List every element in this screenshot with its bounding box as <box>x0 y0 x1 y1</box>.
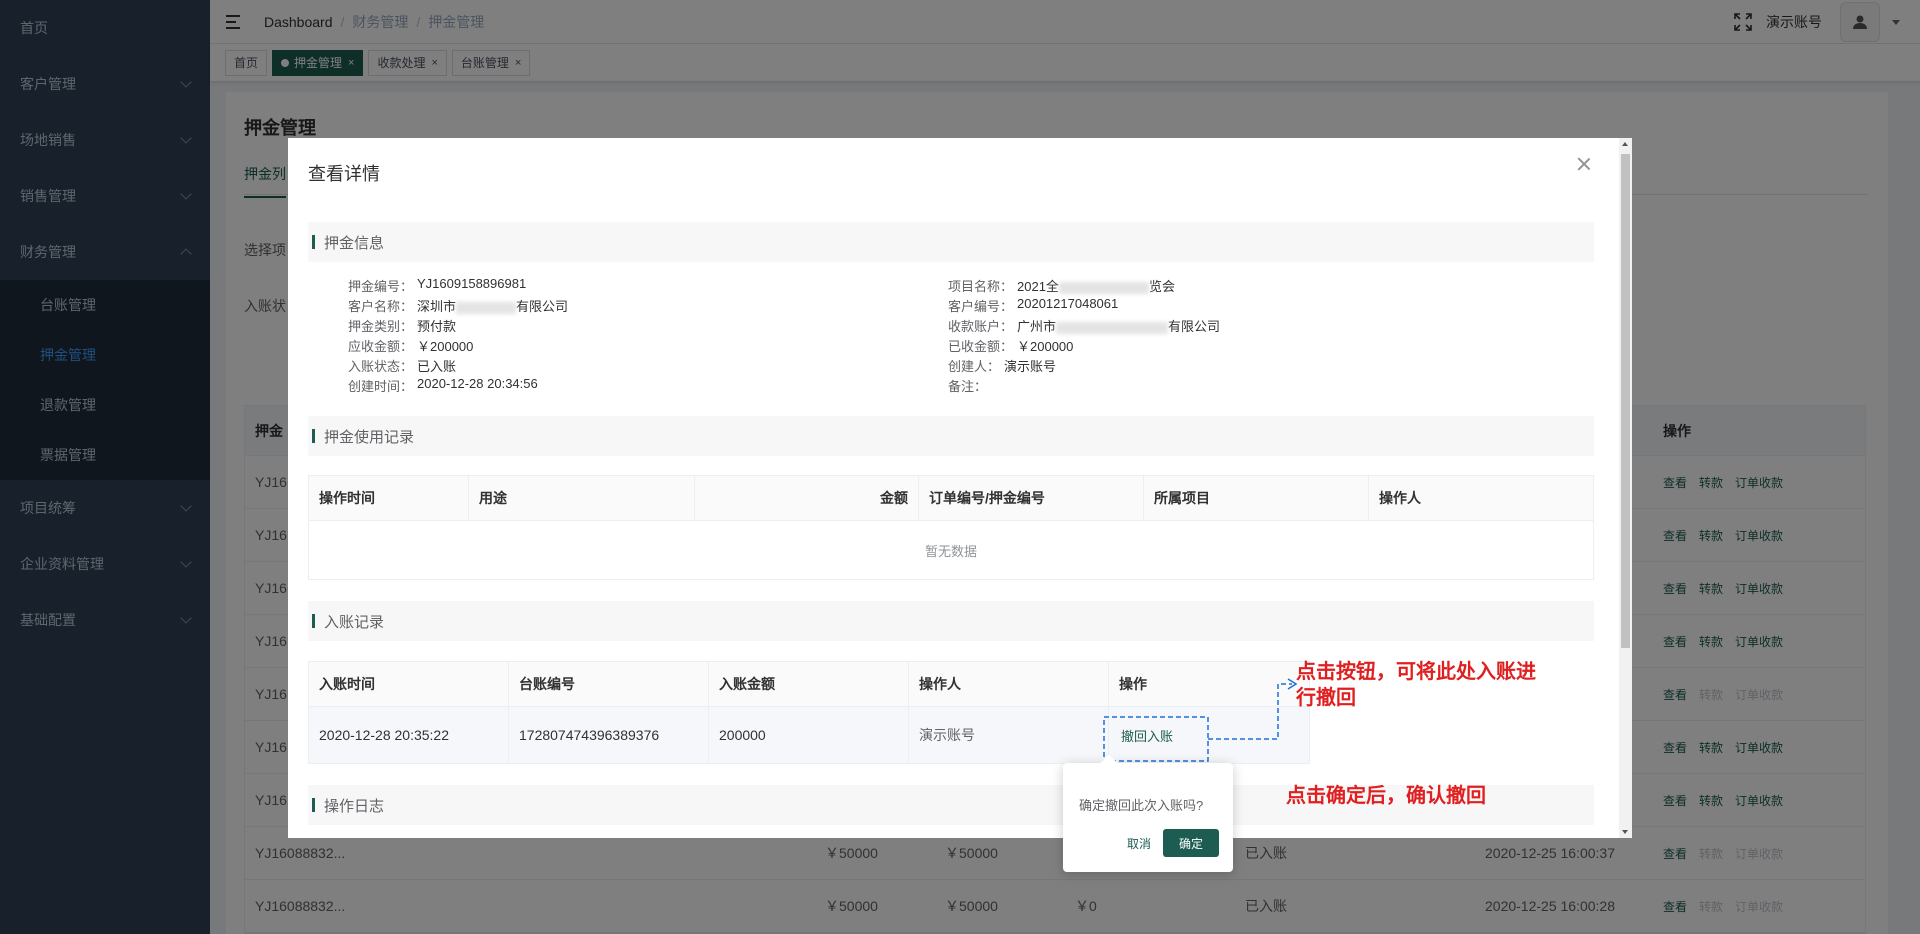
info-label: 押金编号： <box>348 279 414 294</box>
entry-action-cell: 撤回入账 <box>1109 707 1309 763</box>
popconfirm-message: 确定撤回此次入账吗? <box>1079 798 1204 813</box>
info-value: 2021全 览会 <box>1017 279 1175 294</box>
column-header: 所属项目 <box>1144 476 1369 520</box>
scroll-up-icon[interactable] <box>1622 142 1628 146</box>
info-value: YJ1609158896981 <box>417 276 527 291</box>
column-header: 订单编号/押金编号 <box>919 476 1144 520</box>
empty-text: 暂无数据 <box>924 543 977 559</box>
entry-table: 入账时间 台账编号 入账金额 操作人 操作 2020-12-28 20:35:2… <box>308 661 1310 764</box>
info-value: 已入账 <box>417 359 457 374</box>
column-header: 台账编号 <box>509 662 709 706</box>
dialog-scrollbar[interactable] <box>1619 138 1632 838</box>
info-label: 创建人： <box>948 359 1001 374</box>
section-entry-records: 入账记录 <box>308 601 1594 641</box>
info-label: 入账状态： <box>348 359 414 374</box>
info-value: 深圳市 有限公司 <box>417 299 569 314</box>
ledger-number: 172807474396389376 <box>509 707 709 763</box>
close-icon[interactable] <box>1576 156 1592 172</box>
info-value: 2020-12-28 20:34:56 <box>417 376 538 391</box>
annotation-text: 点击确定后，确认撤回 <box>1286 783 1486 807</box>
section-usage-records: 押金使用记录 <box>308 416 1594 456</box>
dialog-title: 查看详情 <box>308 164 380 184</box>
info-value: ￥200000 <box>417 339 474 354</box>
column-header: 操作人 <box>909 662 1109 706</box>
confirm-button[interactable]: 确定 <box>1163 829 1219 857</box>
annotation-text: 点击按钮，可将此处入账进行撤回 <box>1296 659 1536 709</box>
info-value: 20201217048061 <box>1017 296 1119 311</box>
entry-operator: 演示账号 <box>909 707 1109 763</box>
column-header: 金额 <box>695 476 919 520</box>
info-label: 客户名称： <box>348 299 414 314</box>
info-value: ￥200000 <box>1017 339 1074 354</box>
detail-dialog: 查看详情 押金信息 押金编号： YJ1609158896981 项目名称： 2021全… <box>288 138 1632 838</box>
column-header: 操作人 <box>1369 476 1593 520</box>
scroll-down-icon[interactable] <box>1622 830 1628 834</box>
info-label: 应收金额： <box>348 339 414 354</box>
scrollbar-thumb[interactable] <box>1621 154 1630 648</box>
info-label: 客户编号： <box>948 299 1014 314</box>
table-header: 操作时间 用途 金额 订单编号/押金编号 所属项目 操作人 <box>309 476 1593 521</box>
info-label: 收款账户： <box>948 319 1014 334</box>
info-label: 创建时间： <box>348 379 414 394</box>
info-value: 广州市 有限公司 <box>1017 319 1221 334</box>
section-deposit-info: 押金信息 <box>308 222 1594 262</box>
column-header: 用途 <box>469 476 695 520</box>
table-row: 2020-12-28 20:35:22 172807474396389376 2… <box>309 707 1309 763</box>
revoke-entry-button[interactable]: 撤回入账 <box>1121 726 1173 745</box>
column-header: 操作时间 <box>309 476 469 520</box>
info-label: 项目名称： <box>948 279 1014 294</box>
info-value: 预付款 <box>417 319 457 334</box>
deposit-info: 押金编号： YJ1609158896981 项目名称： 2021全 览会 客户名称： 深圳… <box>348 276 1548 396</box>
column-header: 操作 <box>1109 662 1309 706</box>
column-header: 入账金额 <box>709 662 909 706</box>
revoke-popconfirm: 确定撤回此次入账吗? 取消 确定 <box>1063 763 1233 872</box>
info-label: 押金类别： <box>348 319 414 334</box>
info-label: 备注： <box>948 379 988 394</box>
entry-amount: 200000 <box>709 707 909 763</box>
info-value: 演示账号 <box>1004 359 1057 374</box>
table-header: 入账时间 台账编号 入账金额 操作人 操作 <box>309 662 1309 707</box>
cancel-button[interactable]: 取消 <box>1127 835 1151 852</box>
entry-time: 2020-12-28 20:35:22 <box>309 707 509 763</box>
column-header: 入账时间 <box>309 662 509 706</box>
usage-table: 操作时间 用途 金额 订单编号/押金编号 所属项目 操作人 暂无数据 <box>308 475 1594 580</box>
info-label: 已收金额： <box>948 339 1014 354</box>
